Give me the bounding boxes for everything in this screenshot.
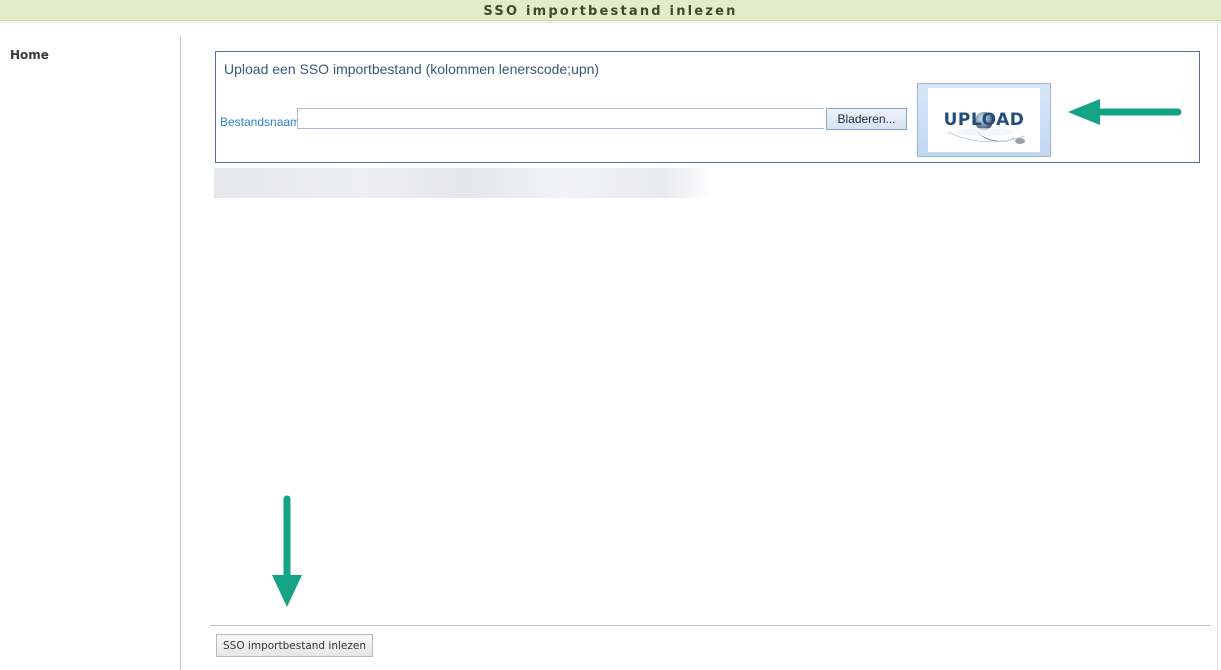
footer-divider — [210, 625, 1210, 626]
title-divider — [0, 22, 1221, 23]
window-title-bar: SSO importbestand inlezen — [0, 0, 1221, 21]
sidebar-divider — [180, 36, 181, 670]
upload-panel-title: Upload een SSO importbestand (kolommen l… — [224, 61, 600, 77]
upload-panel: Upload een SSO importbestand (kolommen l… — [215, 51, 1200, 163]
sidebar: Home — [0, 23, 180, 670]
filename-label: Bestandsnaam — [220, 115, 301, 129]
arrow-left-icon — [1066, 96, 1184, 132]
right-border — [1217, 22, 1218, 670]
sidebar-item-home[interactable]: Home — [10, 48, 49, 62]
browse-button[interactable]: Bladeren... — [826, 108, 907, 130]
arrow-down-icon — [270, 495, 304, 613]
window-title: SSO importbestand inlezen — [483, 4, 738, 19]
filename-input[interactable] — [297, 108, 824, 129]
upload-globe-mouse-icon: UPLOAD — [928, 88, 1040, 152]
import-submit-button[interactable]: SSO importbestand inlezen — [216, 634, 373, 657]
blurred-message-area — [214, 168, 714, 198]
upload-image-text: UPLOAD — [943, 110, 1025, 130]
upload-button[interactable]: UPLOAD — [917, 83, 1051, 157]
